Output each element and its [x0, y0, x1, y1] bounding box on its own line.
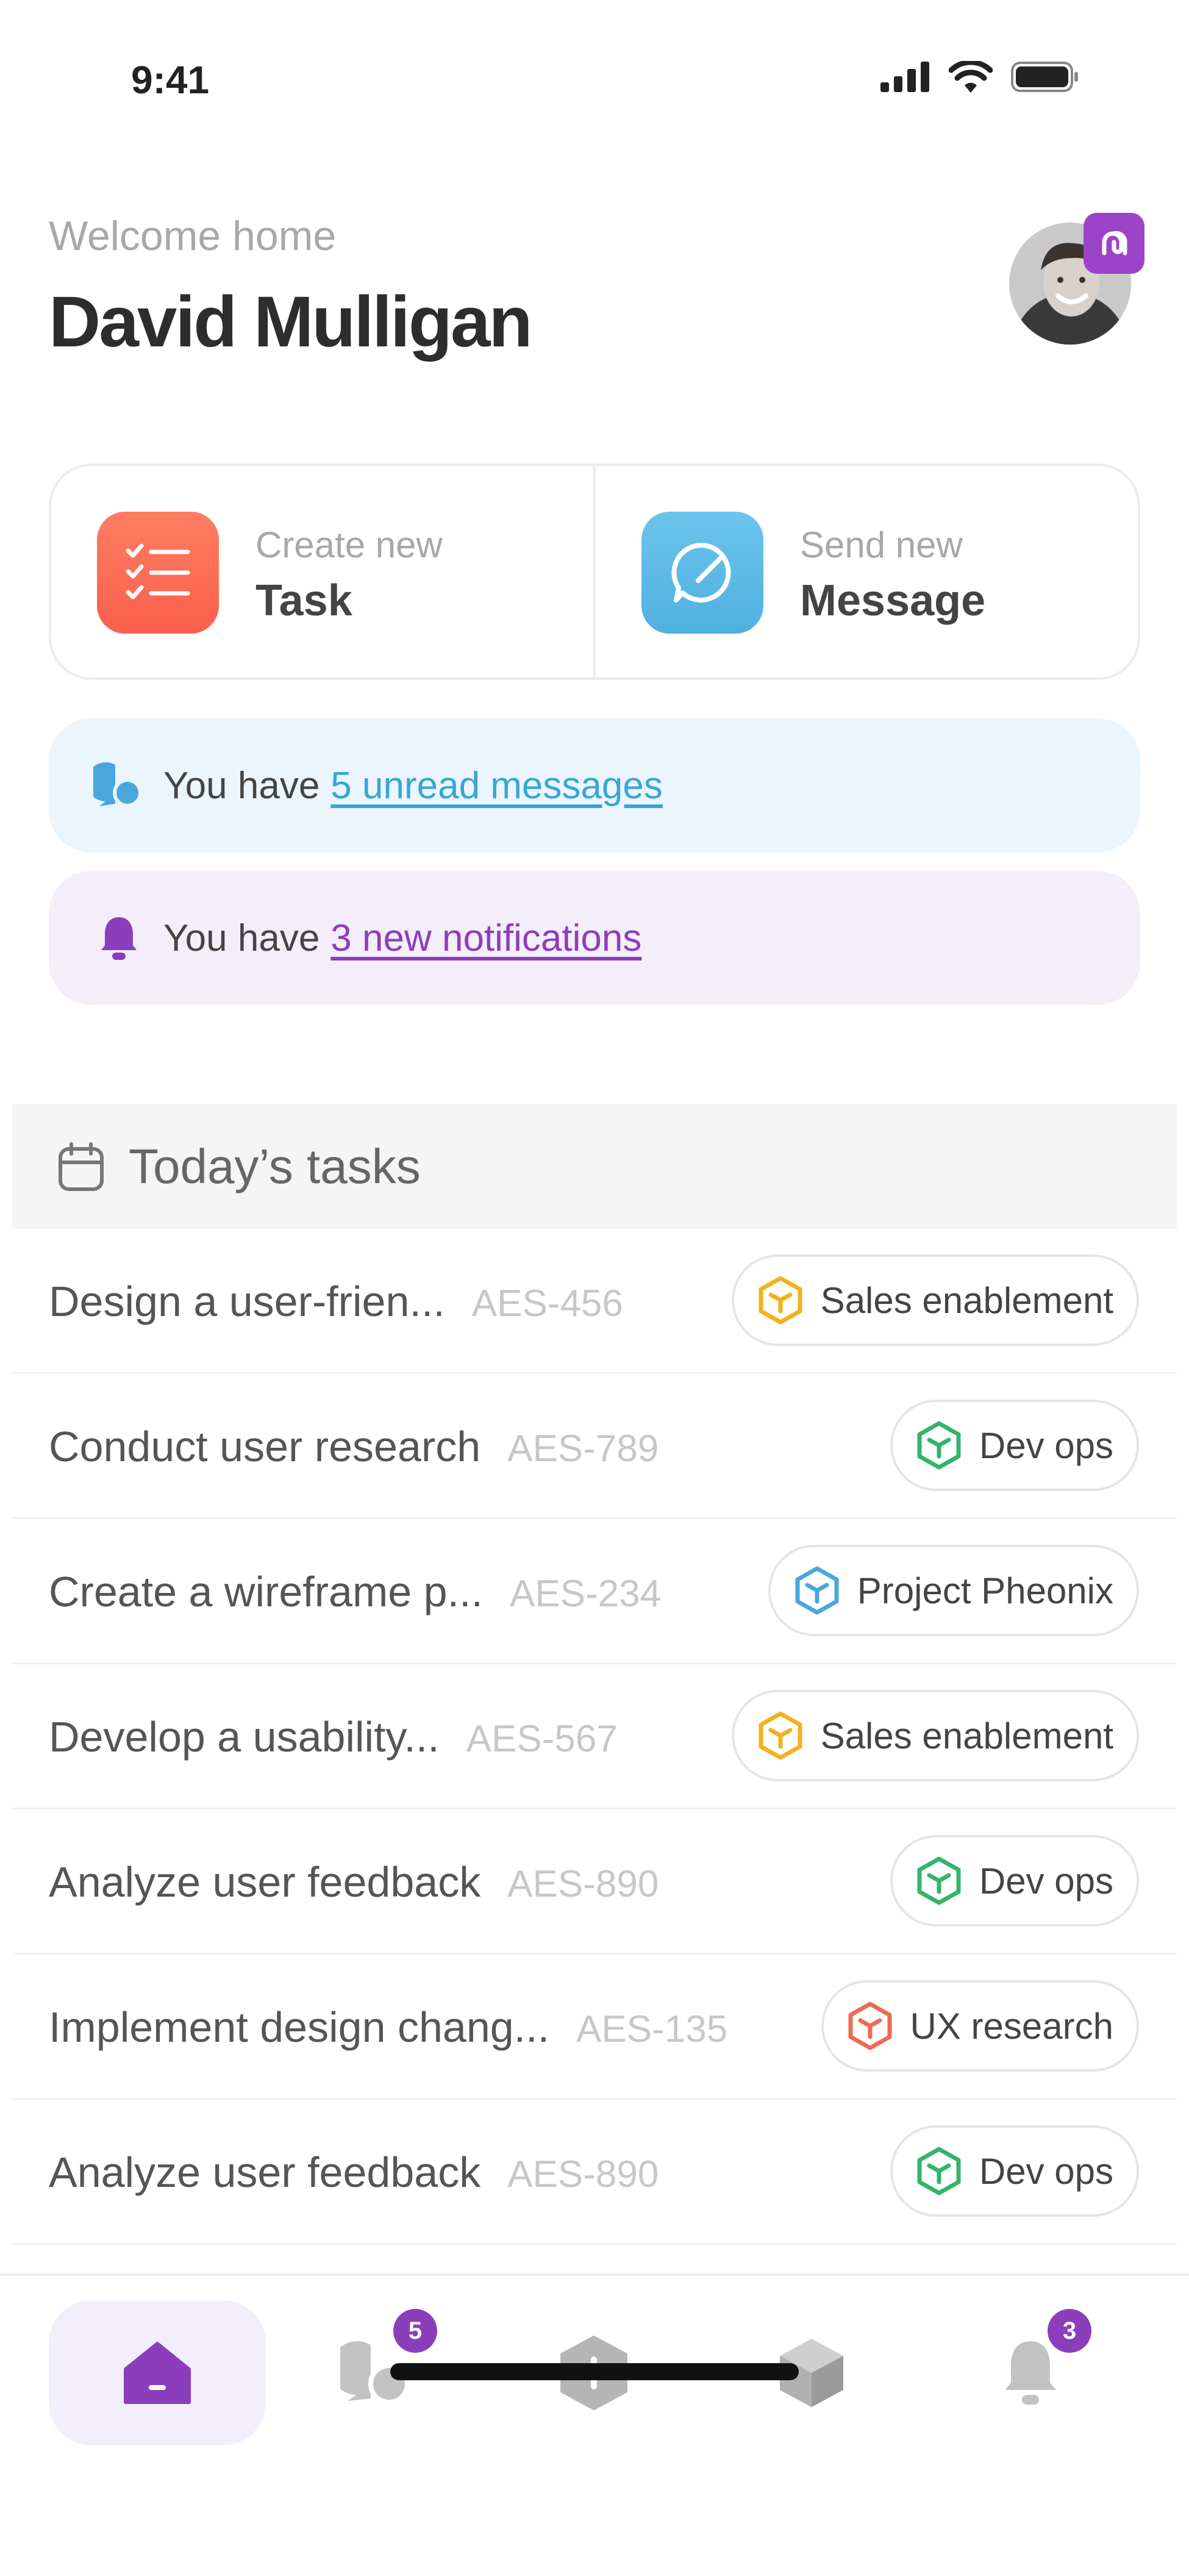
cube-icon: [756, 1711, 805, 1760]
task-row[interactable]: Analyze user feedback AES-890 Dev ops: [12, 2100, 1177, 2245]
messages-badge: 5: [393, 2309, 437, 2353]
task-row[interactable]: Create a wireframe p... AES-234 Project P…: [12, 1519, 1177, 1664]
task-tag[interactable]: Sales enablement: [731, 1690, 1139, 1781]
task-id: AES-567: [466, 1718, 618, 1760]
task-id: AES-234: [509, 1573, 662, 1615]
task-tag[interactable]: Project Pheonix: [768, 1545, 1139, 1636]
task-id: AES-890: [507, 1863, 659, 1905]
task-title: Implement design chang...: [49, 2003, 550, 2051]
task-tag[interactable]: Sales enablement: [731, 1254, 1139, 1346]
chat-bubbles-icon: [91, 758, 146, 813]
task-name: Design a user-frien... AES-456: [49, 1229, 623, 1376]
task-tag[interactable]: UX research: [821, 1980, 1139, 2072]
send-message-button[interactable]: Send new Message: [593, 466, 1138, 678]
bell-icon: [91, 911, 146, 965]
task-row[interactable]: Conduct user research AES-789 Dev ops: [12, 1374, 1177, 1519]
task-tag[interactable]: Dev ops: [890, 1400, 1139, 1491]
tasks-title: Today’s tasks: [129, 1139, 421, 1193]
task-title: Develop a usability...: [49, 1713, 440, 1761]
new-notifications-link[interactable]: 3 new notifications: [330, 917, 641, 960]
create-task-button[interactable]: Create new Task: [51, 466, 593, 678]
cube-icon: [793, 1566, 841, 1615]
task-title: Analyze user feedback: [49, 2148, 481, 2196]
create-task-label: Task: [255, 576, 352, 625]
welcome-text: Welcome home: [49, 213, 337, 259]
bottom-nav: 5 3: [0, 2274, 1189, 2576]
task-tag-label: UX research: [910, 2005, 1113, 2047]
send-message-label: Message: [800, 576, 986, 625]
task-list: Design a user-frien... AES-456 Sales enab…: [12, 1229, 1177, 2245]
task-tag-label: Dev ops: [979, 2150, 1113, 2192]
status-icons: [880, 61, 1079, 93]
cube-icon: [756, 1276, 805, 1325]
home-screen: 9:41 Welcome home David Mulligan Create …: [0, 0, 1189, 2576]
status-time: 9:41: [131, 58, 210, 102]
tasks-section-header: Today’s tasks: [12, 1104, 1177, 1229]
cube-icon: [915, 2147, 963, 2195]
task-name: Analyze user feedback AES-890: [49, 2100, 659, 2247]
calendar-icon: [59, 1142, 104, 1191]
notifications-banner: You have 3 new notifications: [49, 871, 1140, 1005]
task-tag-label: Dev ops: [979, 1425, 1113, 1466]
notifications-badge: 3: [1048, 2309, 1091, 2353]
create-task-caption: Create new: [255, 524, 443, 565]
battery-icon: [1011, 62, 1078, 92]
notifications-banner-prefix: You have: [163, 917, 320, 959]
signal-icon: [880, 62, 929, 92]
task-tag[interactable]: Dev ops: [890, 2125, 1139, 2217]
task-list-icon: [97, 512, 219, 634]
task-tag-label: Project Pheonix: [857, 1570, 1113, 1611]
task-row[interactable]: Analyze user feedback AES-890 Dev ops: [12, 1809, 1177, 1955]
task-name: Implement design chang... AES-135: [49, 1955, 727, 2102]
nav-home[interactable]: [49, 2300, 266, 2445]
quick-actions: Create new Task Send new Message: [49, 463, 1140, 680]
wifi-icon: [949, 61, 993, 93]
user-name: David Mulligan: [49, 282, 533, 362]
task-tag-label: Dev ops: [979, 1860, 1113, 1902]
task-row[interactable]: Design a user-frien... AES-456 Sales enab…: [12, 1229, 1177, 1374]
task-id: AES-456: [471, 1283, 623, 1325]
task-tag-label: Sales enablement: [820, 1279, 1113, 1321]
send-message-caption: Send new: [800, 524, 963, 565]
task-tag-label: Sales enablement: [820, 1715, 1113, 1756]
task-title: Design a user-frien...: [49, 1278, 445, 1325]
task-title: Analyze user feedback: [49, 1858, 481, 1906]
brand-badge-icon: [1084, 213, 1144, 274]
task-id: AES-789: [507, 1428, 659, 1470]
task-id: AES-890: [507, 2153, 659, 2195]
task-id: AES-135: [576, 2008, 728, 2050]
home-icon: [124, 2342, 191, 2404]
message-compose-icon: [641, 512, 763, 634]
cube-icon: [915, 1856, 963, 1905]
task-name: Develop a usability... AES-567: [49, 1664, 618, 1812]
task-name: Create a wireframe p... AES-234: [49, 1519, 661, 1667]
messages-banner-prefix: You have: [163, 764, 320, 807]
bell-icon: [1005, 2341, 1056, 2405]
task-title: Conduct user research: [49, 1423, 481, 1470]
task-name: Conduct user research AES-789: [49, 1374, 659, 1522]
task-name: Analyze user feedback AES-890: [49, 1809, 659, 1957]
avatar[interactable]: [1009, 213, 1144, 345]
unread-messages-link[interactable]: 5 unread messages: [330, 764, 663, 807]
nav-notifications[interactable]: 3: [922, 2300, 1139, 2445]
cube-icon: [846, 2002, 894, 2050]
task-title: Create a wireframe p...: [49, 1568, 483, 1615]
task-tag[interactable]: Dev ops: [890, 1835, 1139, 1927]
cube-icon: [915, 1421, 963, 1470]
unread-messages-banner: You have 5 unread messages: [49, 718, 1140, 853]
task-row[interactable]: Implement design chang... AES-135 UX rese…: [12, 1955, 1177, 2100]
task-row[interactable]: Develop a usability... AES-567 Sales enab…: [12, 1664, 1177, 1809]
home-indicator: [390, 2363, 799, 2380]
